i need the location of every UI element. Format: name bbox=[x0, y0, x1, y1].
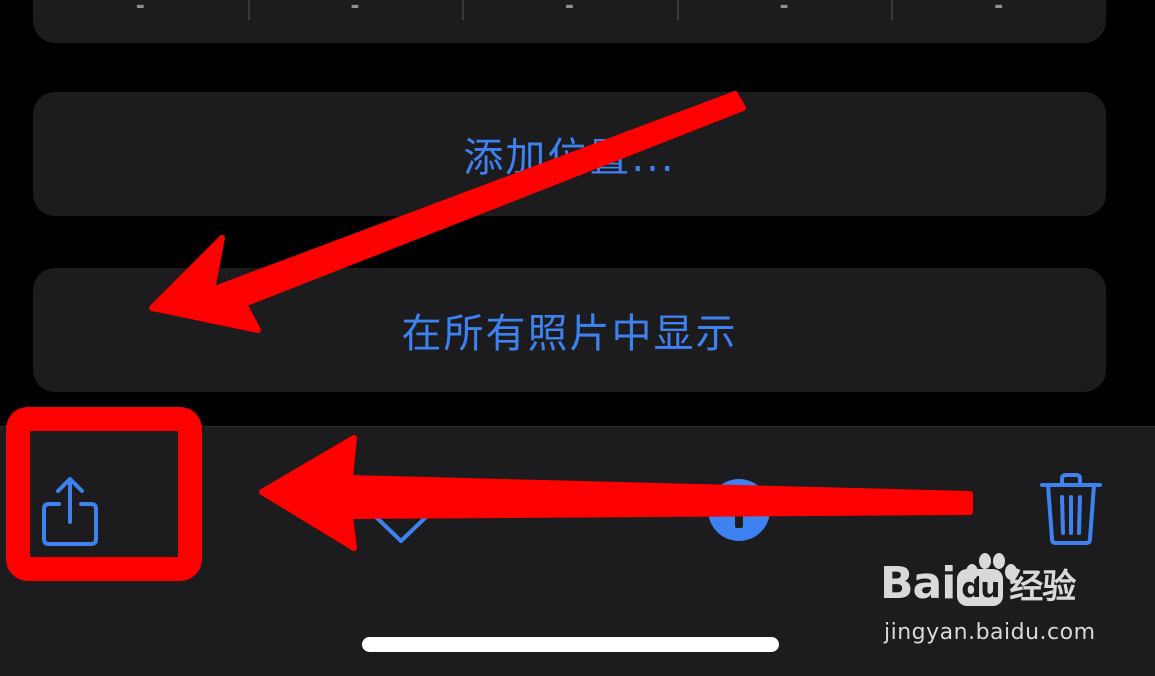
baidu-jingyan-watermark: Bai du 经验 jingyan.baidu.com bbox=[880, 548, 1140, 658]
info-icon bbox=[708, 479, 770, 541]
watermark-url: jingyan.baidu.com bbox=[884, 620, 1096, 645]
show-in-all-photos-button[interactable]: 在所有照片中显示 bbox=[33, 268, 1106, 392]
show-in-all-photos-label: 在所有照片中显示 bbox=[401, 311, 738, 357]
favorite-button[interactable] bbox=[368, 487, 434, 547]
trash-icon bbox=[1040, 473, 1102, 545]
photo-info-screen: - - - - - 添加位置... 在所有照片中显示 Bai du 经验 jin… bbox=[0, 0, 1155, 676]
home-indicator[interactable] bbox=[362, 637, 779, 652]
exif-info-row: - - - - - bbox=[33, 0, 1106, 43]
exif-cell: - bbox=[247, 0, 463, 43]
paw-icon bbox=[966, 553, 1017, 580]
heart-icon bbox=[370, 492, 432, 543]
exif-cell: - bbox=[676, 0, 892, 43]
share-highlight-box bbox=[6, 407, 202, 581]
info-button[interactable] bbox=[706, 477, 772, 543]
exif-cell: - bbox=[135, 0, 145, 19]
add-location-button[interactable]: 添加位置... bbox=[33, 92, 1106, 216]
add-location-label: 添加位置... bbox=[463, 135, 676, 181]
watermark-brand: Bai bbox=[880, 557, 956, 609]
exif-cell: - bbox=[462, 0, 677, 43]
exif-cell: - bbox=[891, 0, 1106, 43]
delete-button[interactable] bbox=[1038, 471, 1104, 547]
